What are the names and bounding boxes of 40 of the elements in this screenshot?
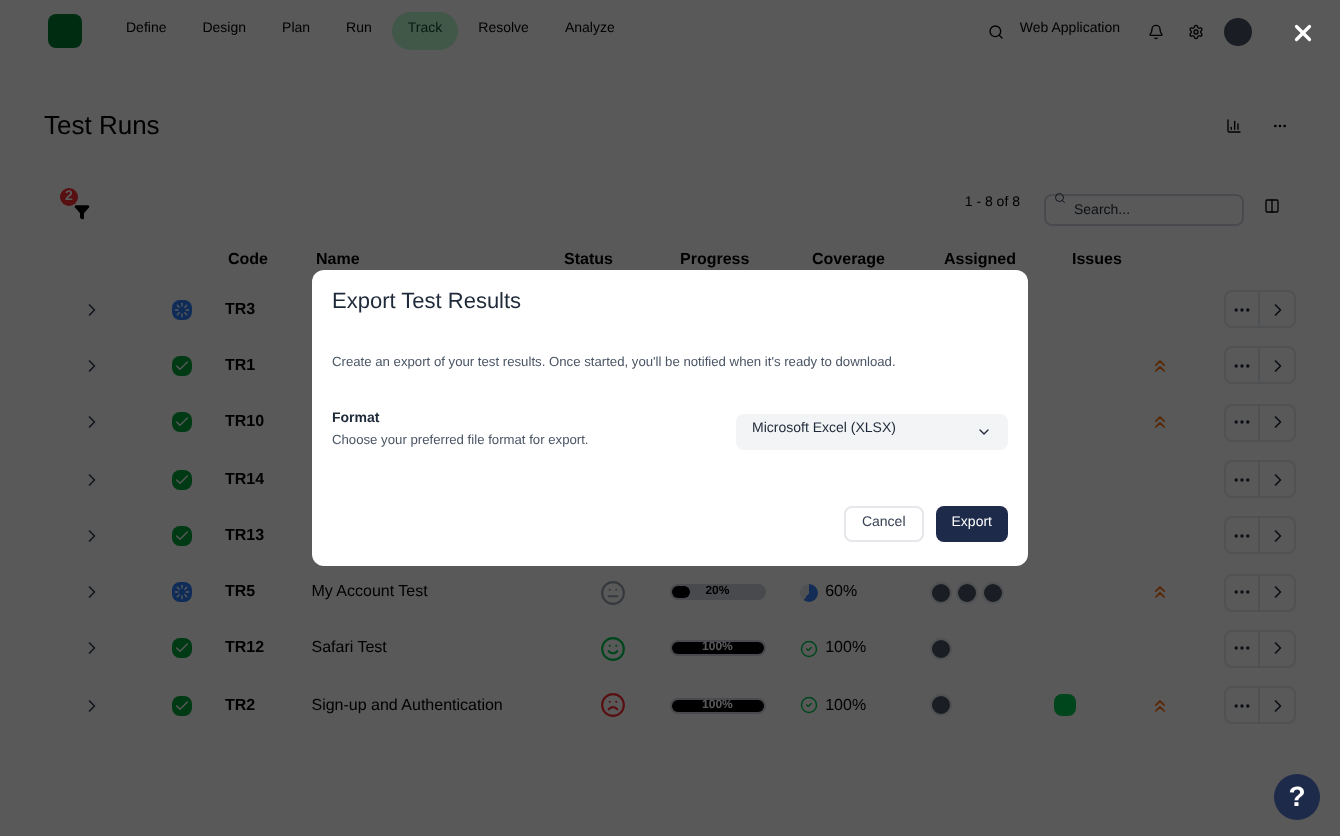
avatar [929, 694, 952, 717]
avatar [929, 637, 952, 660]
search-icon[interactable] [987, 23, 1004, 39]
help-button[interactable]: ? [1274, 774, 1320, 820]
close-button[interactable] [1290, 20, 1316, 46]
filter-icon[interactable] [74, 203, 90, 219]
column-header[interactable]: Progress [680, 248, 812, 272]
column-header[interactable]: Code [228, 248, 316, 272]
run-code: TR1 [224, 353, 258, 378]
settings-icon[interactable] [1188, 23, 1204, 39]
run-code: TR14 [224, 467, 267, 492]
column-header[interactable]: Coverage [812, 248, 944, 272]
column-header[interactable]: Status [564, 248, 680, 272]
coverage-value: 100% [825, 636, 867, 661]
notifications-icon[interactable] [1148, 23, 1164, 39]
run-code: TR3 [224, 297, 258, 322]
search-icon [1054, 191, 1066, 203]
run-code: TR2 [224, 693, 258, 718]
avatar [929, 581, 952, 604]
coverage-value: 60% [825, 580, 858, 605]
close-icon [1290, 20, 1316, 46]
coverage-value: 100% [825, 693, 867, 718]
run-code: TR12 [224, 636, 267, 661]
avatar [981, 581, 1004, 604]
dialog-title: Export Test Results [332, 288, 524, 318]
run-code: TR13 [224, 523, 267, 548]
logo-icon[interactable] [48, 14, 82, 48]
user-avatar[interactable] [1224, 17, 1252, 45]
run-code: TR5 [224, 580, 258, 605]
column-header[interactable]: Assigned [944, 248, 1072, 272]
run-code: TR10 [224, 410, 267, 435]
column-header[interactable]: Name [316, 248, 564, 272]
columns-icon[interactable] [1264, 197, 1280, 213]
bar-chart-icon [1225, 117, 1241, 134]
run-name[interactable]: Sign-up and Authentication [311, 695, 503, 714]
avatar [955, 581, 978, 604]
column-header[interactable]: Issues [1072, 248, 1168, 272]
page-title: Test Runs [44, 108, 160, 144]
run-name[interactable]: My Account Test [311, 582, 428, 601]
run-name[interactable]: Safari Test [311, 638, 387, 657]
